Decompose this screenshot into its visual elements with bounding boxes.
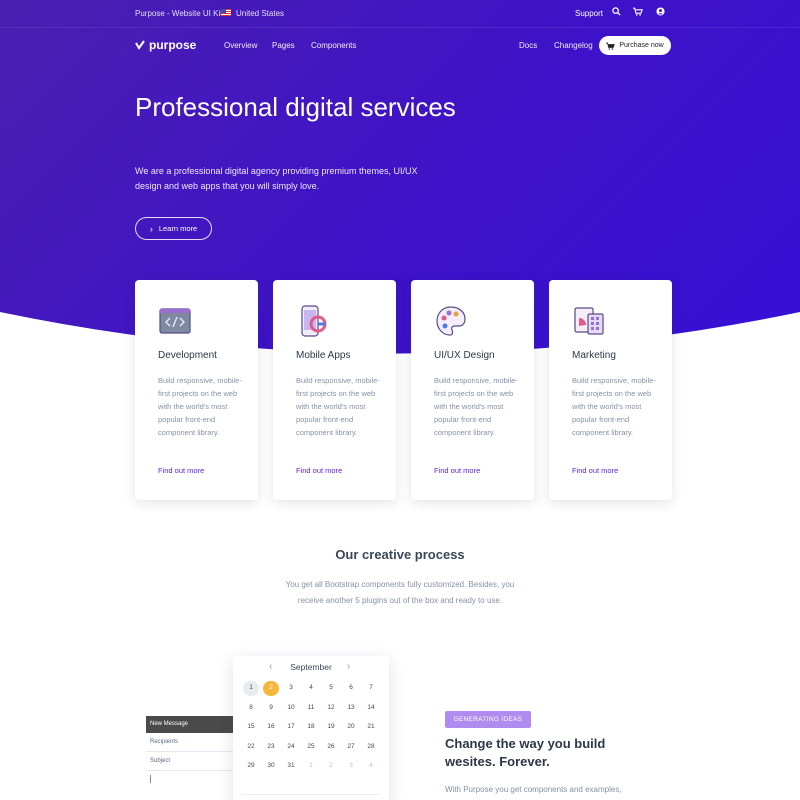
card-title: UI/UX Design bbox=[434, 350, 495, 361]
calendar-day-next-month[interactable]: 4 bbox=[363, 759, 379, 774]
main-navbar: purpose Overview Pages Components Docs C… bbox=[0, 28, 800, 64]
calendar-day[interactable]: 20 bbox=[343, 720, 359, 735]
calendar-day[interactable]: 3 bbox=[283, 681, 299, 696]
logo-mark-icon bbox=[135, 40, 145, 50]
text-cursor bbox=[150, 775, 151, 783]
feature-description: With Purpose you get components and exam… bbox=[445, 785, 622, 794]
calendar-footer-divider bbox=[241, 794, 381, 795]
subject-field[interactable]: Subject bbox=[146, 752, 238, 771]
calendar-day[interactable]: 31 bbox=[283, 759, 299, 774]
logo[interactable]: purpose bbox=[135, 38, 196, 52]
calendar-day[interactable]: 16 bbox=[263, 720, 279, 735]
calendar-day[interactable]: 1 bbox=[243, 681, 259, 696]
calendar-day[interactable]: 22 bbox=[243, 740, 259, 755]
calendar-day[interactable]: 13 bbox=[343, 701, 359, 716]
find-out-more-link[interactable]: Find out more bbox=[572, 466, 618, 475]
calendar-day[interactable]: 18 bbox=[303, 720, 319, 735]
cart-icon bbox=[606, 42, 616, 50]
recipients-field[interactable]: Recipients bbox=[146, 733, 238, 752]
purchase-now-label: Purchase now bbox=[619, 42, 664, 49]
marketing-chart-icon bbox=[574, 307, 604, 335]
cart-icon[interactable] bbox=[632, 7, 644, 19]
calendar-day-next-month[interactable]: 1 bbox=[303, 759, 319, 774]
chevron-right-icon[interactable]: › bbox=[347, 661, 350, 672]
mobile-apps-icon bbox=[301, 305, 327, 337]
nav-docs[interactable]: Docs bbox=[519, 41, 537, 50]
calendar-day[interactable]: 23 bbox=[263, 740, 279, 755]
find-out-more-link[interactable]: Find out more bbox=[296, 466, 342, 475]
generating-ideas-badge: GENERATING IDEAS bbox=[445, 711, 531, 728]
calendar-day[interactable]: 14 bbox=[363, 701, 379, 716]
purchase-now-button[interactable]: Purchase now bbox=[599, 36, 671, 55]
calendar-day[interactable]: 9 bbox=[263, 701, 279, 716]
hero-description: We are a professional digital agency pro… bbox=[135, 166, 418, 191]
feature-title: Change the way you build wesites. Foreve… bbox=[445, 736, 606, 769]
card-title: Mobile Apps bbox=[296, 350, 351, 361]
calendar-day[interactable]: 25 bbox=[303, 740, 319, 755]
section-description: You get all Bootstrap components fully c… bbox=[285, 580, 515, 605]
learn-more-label: Learn more bbox=[158, 224, 198, 233]
calendar-day[interactable]: 7 bbox=[363, 681, 379, 696]
calendar-day[interactable]: 4 bbox=[303, 681, 319, 696]
nav-pages[interactable]: Pages bbox=[272, 41, 295, 50]
find-out-more-link[interactable]: Find out more bbox=[158, 466, 204, 475]
calendar-day-next-month[interactable]: 3 bbox=[343, 759, 359, 774]
nav-overview[interactable]: Overview bbox=[224, 41, 257, 50]
service-card-marketing: Marketing Build responsive, mobile-first… bbox=[549, 280, 672, 500]
user-icon[interactable] bbox=[654, 7, 666, 19]
chevron-right-icon: › bbox=[149, 223, 153, 234]
calendar-day[interactable]: 12 bbox=[323, 701, 339, 716]
card-description: Build responsive, mobile-first projects … bbox=[434, 376, 518, 437]
card-title: Development bbox=[158, 350, 217, 361]
calendar-day[interactable]: 17 bbox=[283, 720, 299, 735]
calendar-day[interactable]: 26 bbox=[323, 740, 339, 755]
calendar-day[interactable]: 8 bbox=[243, 701, 259, 716]
calendar-day[interactable]: 21 bbox=[363, 720, 379, 735]
calendar-day[interactable]: 27 bbox=[343, 740, 359, 755]
service-card-mobile-apps: Mobile Apps Build responsive, mobile-fir… bbox=[273, 280, 396, 500]
calendar-day[interactable]: 24 bbox=[283, 740, 299, 755]
us-flag-icon bbox=[221, 9, 231, 16]
nav-changelog[interactable]: Changelog bbox=[554, 41, 593, 50]
nav-components[interactable]: Components bbox=[311, 41, 356, 50]
section-title: Our creative process bbox=[335, 547, 465, 562]
calendar-day[interactable]: 19 bbox=[323, 720, 339, 735]
calendar-day[interactable]: 11 bbox=[303, 701, 319, 716]
calendar-day[interactable]: 30 bbox=[263, 759, 279, 774]
topbar-brand-text[interactable]: Purpose - Website UI Kit bbox=[135, 9, 222, 18]
card-description: Build responsive, mobile-first projects … bbox=[572, 376, 656, 437]
calendar-day-next-month[interactable]: 2 bbox=[323, 759, 339, 774]
calendar-day[interactable]: 15 bbox=[243, 720, 259, 735]
support-link[interactable]: Support bbox=[575, 9, 603, 18]
code-window-icon bbox=[159, 308, 191, 334]
learn-more-button[interactable]: › Learn more bbox=[135, 217, 212, 240]
new-message-header: New Message bbox=[146, 716, 238, 733]
card-title: Marketing bbox=[572, 350, 616, 361]
top-bar: Purpose - Website UI Kit United States S… bbox=[0, 0, 800, 28]
card-description: Build responsive, mobile-first projects … bbox=[158, 376, 242, 437]
search-icon[interactable] bbox=[610, 7, 622, 19]
calendar-day[interactable]: 28 bbox=[363, 740, 379, 755]
hero-curve bbox=[0, 312, 800, 370]
calendar-day[interactable]: 29 bbox=[243, 759, 259, 774]
country-selector[interactable]: United States bbox=[236, 9, 284, 18]
service-card-development: Development Build responsive, mobile-fir… bbox=[135, 280, 258, 500]
find-out-more-link[interactable]: Find out more bbox=[434, 466, 480, 475]
calendar-day[interactable]: 10 bbox=[283, 701, 299, 716]
calendar-day[interactable]: 5 bbox=[323, 681, 339, 696]
calendar-widget: ‹ September › 1 2 3 4 5 6 7 8 9 10 11 12 13 14 15 16 17 1… bbox=[233, 656, 389, 800]
calendar-grid: 1 2 3 4 5 6 7 8 9 10 11 12 13 14 15 16 17 18 19 20 21 22 23 24 2… bbox=[242, 681, 382, 774]
calendar-header: ‹ September › bbox=[233, 661, 389, 675]
card-description: Build responsive, mobile-first projects … bbox=[296, 376, 380, 437]
calendar-month: September bbox=[290, 662, 332, 672]
hero-title: Professional digital services bbox=[135, 92, 456, 122]
logo-text: purpose bbox=[149, 38, 197, 52]
new-message-panel: New Message Recipients Subject bbox=[146, 716, 238, 800]
calendar-day[interactable]: 2 bbox=[263, 681, 279, 696]
calendar-day[interactable]: 6 bbox=[343, 681, 359, 696]
palette-icon bbox=[436, 306, 466, 336]
service-card-ui-ux-design: UI/UX Design Build responsive, mobile-fi… bbox=[411, 280, 534, 500]
